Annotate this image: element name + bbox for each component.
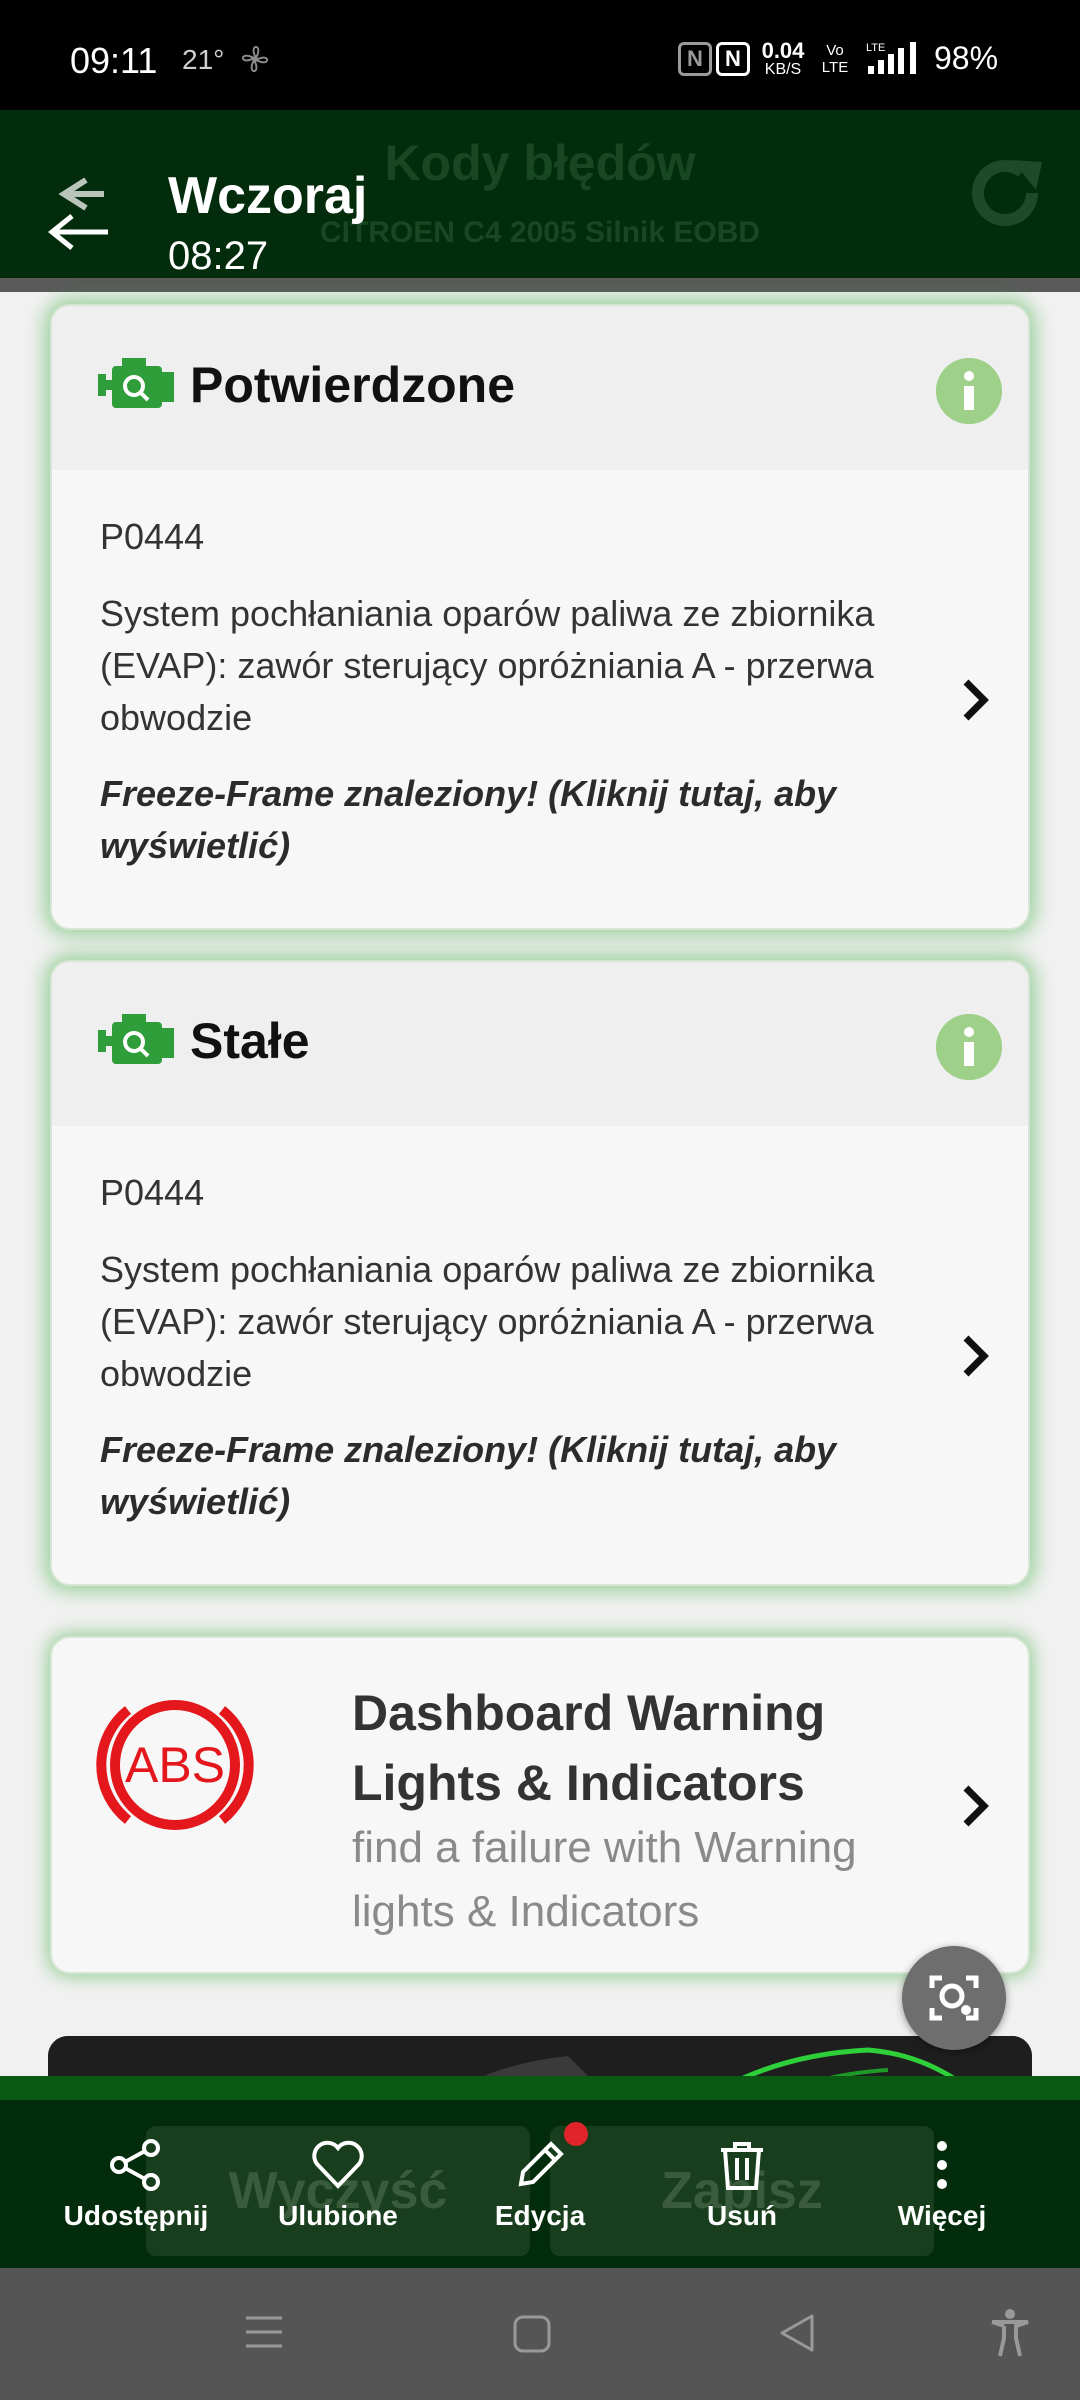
favorites-button[interactable]: Ulubione xyxy=(248,2136,428,2232)
share-button[interactable]: Udostępnij xyxy=(46,2136,226,2232)
date-label: Wczoraj xyxy=(168,167,368,225)
freeze-frame-link[interactable]: Freeze-Frame znaleziony! (Kliknij tutaj,… xyxy=(100,768,898,872)
delete-label: Usuń xyxy=(707,2200,777,2231)
card-body: P0444 System pochłaniania oparów paliwa … xyxy=(52,1126,1028,1568)
battery-level: 98% xyxy=(934,40,999,76)
delete-button[interactable]: Usuń xyxy=(652,2136,832,2232)
card-title: Potwierdzone xyxy=(190,357,516,413)
error-code: P0444 xyxy=(100,1172,205,1213)
fan-icon xyxy=(241,45,269,73)
warning-card-title: Dashboard Warning Lights & Indicators xyxy=(352,1685,826,1811)
bottom-action-bar: Wyczyść Zapisz Udostępnij Ulubione Edycj… xyxy=(0,2076,1080,2268)
share-label: Udostępnij xyxy=(63,2200,209,2231)
screen-search-button[interactable] xyxy=(902,1946,1006,2050)
card-body: P0444 System pochłaniania oparów paliwa … xyxy=(52,470,1028,912)
notification-badge xyxy=(564,2122,588,2146)
pencil-icon xyxy=(518,2141,564,2187)
share-icon xyxy=(110,2139,160,2191)
svg-text:ABS: ABS xyxy=(125,1737,225,1793)
chevron-right-icon xyxy=(963,1335,989,1377)
more-button[interactable]: Więcej xyxy=(852,2136,1032,2232)
warning-card-subtitle: find a failure with Warning lights & Ind… xyxy=(352,1823,857,1936)
refresh-icon[interactable] xyxy=(962,150,1048,236)
card-header: Stałe xyxy=(52,962,1028,1126)
app-bar: Kody błędów CITROEN C4 2005 Silnik EOBD … xyxy=(0,110,1080,278)
page-subtitle: CITROEN C4 2005 Silnik EOBD xyxy=(319,216,761,249)
card-title: Stałe xyxy=(190,1013,310,1069)
time-label: 08:27 xyxy=(168,234,269,278)
nfc-active-icon: N xyxy=(716,42,750,76)
edit-button[interactable]: Edycja xyxy=(450,2122,630,2232)
card-header: Potwierdzone xyxy=(52,306,1028,470)
app-bar-divider xyxy=(0,278,1080,292)
error-card-confirmed[interactable]: Potwierdzone P0444 System pochłaniania o… xyxy=(50,304,1030,930)
warning-lights-card[interactable]: ABS Dashboard Warning Lights & Indicator… xyxy=(50,1636,1030,1974)
accessibility-icon[interactable] xyxy=(988,2308,1032,2358)
system-navigation-bar xyxy=(0,2268,1080,2400)
info-icon[interactable] xyxy=(936,1014,1002,1080)
chevron-right-icon xyxy=(963,1785,989,1827)
engine-check-icon xyxy=(98,358,174,408)
back-triangle-icon[interactable] xyxy=(776,2312,818,2354)
engine-check-icon xyxy=(98,1014,174,1064)
status-temperature: 21° xyxy=(182,44,225,75)
status-bar: 09:11 21° N N 0.04 KB/S Vo LTE LTE 98% xyxy=(0,0,1080,110)
page-title: Kody błędów xyxy=(384,135,696,191)
network-speed: 0.04 KB/S xyxy=(761,38,805,78)
error-description: System pochłaniania oparów paliwa ze zbi… xyxy=(100,593,875,738)
error-card-permanent[interactable]: Stałe P0444 System pochłaniania oparów p… xyxy=(50,960,1030,1586)
volte-indicator: Vo LTE xyxy=(821,42,849,76)
edit-label: Edycja xyxy=(494,2200,586,2231)
more-label: Więcej xyxy=(897,2200,987,2231)
heart-icon xyxy=(312,2140,364,2189)
nfc-icon: N xyxy=(678,42,712,76)
lens-scan-icon xyxy=(929,1975,979,2021)
recents-icon[interactable] xyxy=(244,2312,284,2352)
signal-icon: LTE xyxy=(866,42,916,74)
favorites-label: Ulubione xyxy=(278,2200,398,2231)
info-icon[interactable] xyxy=(936,358,1002,424)
chevron-right-icon xyxy=(963,679,989,721)
home-icon[interactable] xyxy=(512,2314,552,2354)
svg-text:LTE: LTE xyxy=(866,42,885,54)
status-time: 09:11 xyxy=(70,40,158,81)
abs-warning-icon: ABS xyxy=(96,1700,254,1830)
freeze-frame-link[interactable]: Freeze-Frame znaleziony! (Kliknij tutaj,… xyxy=(100,1424,898,1528)
error-description: System pochłaniania oparów paliwa ze zbi… xyxy=(100,1249,875,1394)
trash-icon xyxy=(721,2142,763,2190)
more-vertical-icon xyxy=(937,2141,947,2189)
error-code: P0444 xyxy=(100,516,205,557)
